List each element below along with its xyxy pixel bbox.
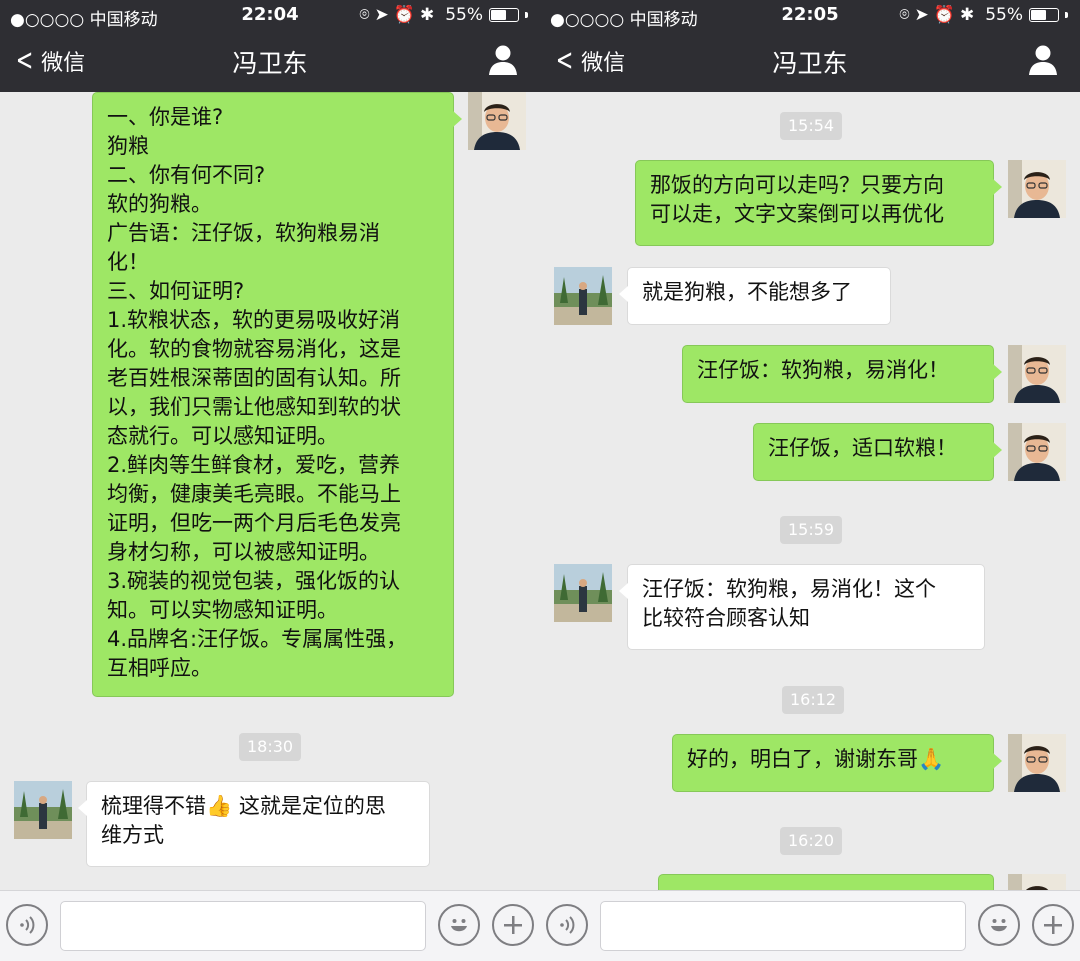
person-icon[interactable] [1028, 44, 1058, 76]
emoji-icon[interactable] [978, 904, 1020, 946]
avatar-photo [1008, 734, 1066, 792]
my-avatar[interactable] [1008, 160, 1066, 218]
avatar-photo [554, 564, 612, 622]
message-input[interactable] [600, 901, 966, 951]
avatar-photo [1008, 345, 1066, 403]
nav-bar: < 微信 冯卫东 [540, 30, 1080, 92]
message-bubble-sent[interactable]: 那饭的方向可以走吗？只要方向 可以走，文字文案倒可以再优化 [635, 160, 1002, 246]
contact-avatar[interactable] [14, 781, 72, 839]
message-bubble-sent[interactable]: 好的，明白了，谢谢东哥🙏 [672, 734, 1002, 792]
battery-icon [1029, 8, 1059, 22]
battery-indicator: ⌾➤⏰✱ 55% [899, 5, 1068, 25]
message-list[interactable]: 15:54 那饭的方向可以走吗？只要方向 可以走，文字文案倒可以再优化 就是狗粮… [540, 92, 1080, 890]
status-bar: ●○○○○ 中国移动 22:04 ⌾➤⏰✱ 55% [0, 0, 540, 30]
status-icons: ⌾➤⏰✱ [899, 5, 980, 25]
time-stamp: 15:54 [780, 112, 843, 140]
status-icons: ⌾➤⏰✱ [359, 5, 440, 25]
plus-icon[interactable] [492, 904, 534, 946]
message-bubble-received[interactable]: 就是狗粮，不能想多了 [619, 267, 891, 325]
emoji-icon[interactable] [438, 904, 480, 946]
message-input[interactable] [60, 901, 426, 951]
input-bar [0, 890, 540, 961]
chat-screen-left: ●○○○○ 中国移动 22:04 ⌾➤⏰✱ 55% < 微信 冯卫东 一、你是谁… [0, 0, 540, 961]
my-avatar[interactable] [468, 92, 526, 150]
contact-avatar[interactable] [554, 564, 612, 622]
contact-avatar[interactable] [554, 267, 612, 325]
status-bar: ●○○○○ 中国移动 22:05 ⌾➤⏰✱ 55% [540, 0, 1080, 30]
chat-title: 冯卫东 [772, 49, 848, 78]
voice-icon[interactable] [6, 904, 48, 946]
battery-indicator: ⌾➤⏰✱ 55% [359, 5, 528, 25]
battery-icon [489, 8, 519, 22]
avatar-photo [468, 92, 526, 150]
message-bubble-received[interactable]: 汪仔饭：软狗粮，易消化！这个 比较符合顾客认知 [619, 564, 985, 650]
time-stamp: 16:20 [780, 827, 843, 855]
message-bubble-sent[interactable]: 一、你是谁? 狗粮 二、你有何不同? 软的狗粮。 广告语：汪仔饭，软狗粮易消 化… [92, 92, 462, 697]
message-list[interactable]: 一、你是谁? 狗粮 二、你有何不同? 软的狗粮。 广告语：汪仔饭，软狗粮易消 化… [0, 92, 540, 890]
message-bubble-sent[interactable] [658, 874, 994, 890]
chat-title: 冯卫东 [232, 49, 308, 78]
time-stamp: 15:59 [780, 516, 843, 544]
my-avatar[interactable] [1008, 874, 1066, 890]
message-bubble-received[interactable]: 梳理得不错👍 这就是定位的思 维方式 [78, 781, 430, 867]
avatar-photo [1008, 874, 1066, 890]
voice-icon[interactable] [546, 904, 588, 946]
chat-screen-right: ●○○○○ 中国移动 22:05 ⌾➤⏰✱ 55% < 微信 冯卫东 15:54… [540, 0, 1080, 961]
battery-fill [491, 10, 507, 20]
avatar-photo [1008, 160, 1066, 218]
battery-percent: 55% [445, 5, 483, 25]
my-avatar[interactable] [1008, 423, 1066, 481]
avatar-photo [554, 267, 612, 325]
message-bubble-sent[interactable]: 汪仔饭：软狗粮，易消化！ [682, 345, 1002, 403]
time-stamp: 18:30 [239, 733, 302, 761]
my-avatar[interactable] [1008, 734, 1066, 792]
avatar-photo [14, 781, 72, 839]
avatar-photo [1008, 423, 1066, 481]
battery-fill [1031, 10, 1047, 20]
time-stamp: 16:12 [782, 686, 845, 714]
nav-bar: < 微信 冯卫东 [0, 30, 540, 92]
my-avatar[interactable] [1008, 345, 1066, 403]
plus-icon[interactable] [1032, 904, 1074, 946]
input-bar [540, 890, 1080, 961]
message-bubble-sent[interactable]: 汪仔饭，适口软粮！ [753, 423, 1002, 481]
person-icon[interactable] [488, 44, 518, 76]
battery-percent: 55% [985, 5, 1023, 25]
